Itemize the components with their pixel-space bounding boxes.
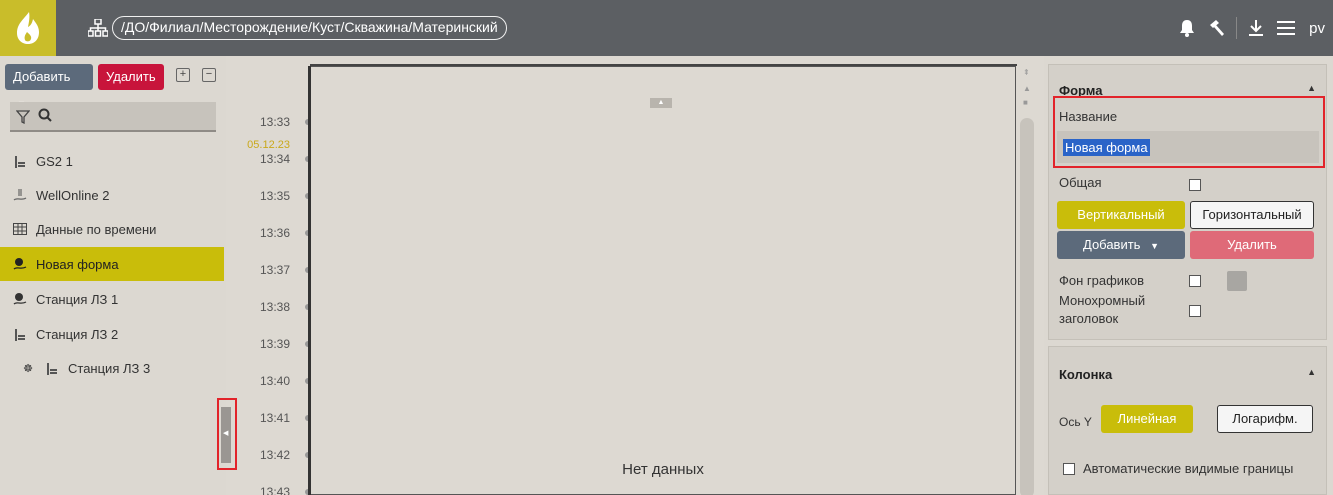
add-dropdown-button[interactable]: Добавить ▼ bbox=[1057, 231, 1185, 259]
station-icon bbox=[44, 361, 60, 375]
scroll-stop-icon[interactable]: ■ bbox=[1023, 98, 1028, 107]
time-label: 13:36 bbox=[259, 226, 290, 240]
delete-button[interactable]: Удалить bbox=[98, 64, 164, 90]
scroll-up-button[interactable]: ▲ bbox=[650, 98, 672, 108]
no-data-message: Нет данных bbox=[622, 461, 704, 478]
hammer-icon[interactable] bbox=[1202, 16, 1232, 40]
column-section: Колонка ▲ Ось Y Линейная Логарифм. Автом… bbox=[1048, 346, 1327, 495]
group-icon: ☸ bbox=[23, 362, 33, 375]
tree-item-station-lz1[interactable]: Станция ЛЗ 1 bbox=[0, 282, 224, 316]
tree-item-new-form[interactable]: Новая форма bbox=[0, 247, 224, 281]
tree-item-gs2[interactable]: GS2 1 bbox=[0, 144, 224, 178]
horizontal-button[interactable]: Горизонтальный bbox=[1190, 201, 1314, 229]
chart-bg-checkbox[interactable] bbox=[1189, 275, 1201, 287]
scroll-top-icon[interactable]: ⇞ bbox=[1023, 68, 1030, 77]
chevron-up-icon[interactable]: ▲ bbox=[1307, 367, 1316, 377]
tree-item-label: WellOnline 2 bbox=[36, 187, 110, 203]
time-label: 13:40 bbox=[259, 374, 290, 388]
tree-item-label: GS2 1 bbox=[36, 153, 73, 169]
tree-item-label: Данные по времени bbox=[36, 221, 157, 237]
table-icon bbox=[12, 223, 28, 235]
tree-item-station-lz2[interactable]: Станция ЛЗ 2 bbox=[0, 317, 224, 351]
tree-item-station-lz3[interactable]: ☸ Станция ЛЗ 3 bbox=[0, 351, 224, 385]
chart-area[interactable]: ▲ Нет данных bbox=[311, 66, 1016, 495]
station-icon bbox=[12, 327, 28, 341]
time-label: 13:39 bbox=[259, 337, 290, 351]
delete-button[interactable]: Удалить bbox=[1190, 231, 1314, 259]
linear-button[interactable]: Линейная bbox=[1101, 405, 1193, 433]
tree-item-label: Станция ЛЗ 2 bbox=[36, 326, 119, 342]
station-icon bbox=[12, 154, 28, 168]
chevron-up-icon[interactable]: ▲ bbox=[1307, 83, 1316, 93]
color-swatch[interactable] bbox=[1227, 271, 1247, 291]
hierarchy-icon[interactable] bbox=[88, 19, 108, 37]
filter-icon[interactable] bbox=[16, 110, 30, 124]
expand-all-icon[interactable]: + bbox=[176, 68, 190, 82]
scroll-up-icon[interactable]: ▲ bbox=[1023, 84, 1031, 93]
add-button-label: Добавить bbox=[1083, 237, 1141, 252]
vertical-button[interactable]: Вертикальный bbox=[1057, 201, 1185, 229]
caret-down-icon: ▼ bbox=[1150, 241, 1159, 251]
tree-item-label: Станция ЛЗ 3 bbox=[68, 360, 151, 376]
tree-item-wellonline[interactable]: WellOnline 2 bbox=[0, 178, 224, 212]
fire-logo-icon[interactable] bbox=[0, 0, 56, 56]
time-label: 13:37 bbox=[259, 263, 290, 277]
time-label: 13:41 bbox=[259, 411, 290, 425]
chart-bg-label: Фон графиков bbox=[1059, 273, 1145, 288]
date-label: 05.12.23 bbox=[247, 139, 290, 151]
left-panel: Добавить ▼ Удалить + − GS2 1 WellOnline … bbox=[0, 56, 226, 495]
form-icon bbox=[12, 292, 28, 306]
search-icon[interactable] bbox=[38, 108, 52, 122]
mono-header-checkbox[interactable] bbox=[1189, 305, 1201, 317]
collapse-all-icon[interactable]: − bbox=[202, 68, 216, 82]
mono-header-line2: заголовок bbox=[1059, 311, 1119, 326]
user-name[interactable]: pv bbox=[1309, 20, 1325, 37]
bell-icon[interactable] bbox=[1172, 16, 1202, 40]
tree-item-label: Новая форма bbox=[36, 256, 119, 272]
highlight-box bbox=[1053, 96, 1325, 168]
tree-item-time-data[interactable]: Данные по времени bbox=[0, 212, 224, 246]
time-label: 13:33 bbox=[259, 115, 290, 129]
top-bar: /ДО/Филиал/Месторождение/Куст/Скважина/М… bbox=[0, 0, 1333, 56]
common-checkbox[interactable] bbox=[1189, 179, 1201, 191]
time-axis: 13:33 05.12.23 13:34 13:35 13:36 13:37 1… bbox=[232, 56, 311, 495]
mono-header-line1: Монохромный bbox=[1059, 293, 1146, 308]
log-button[interactable]: Логарифм. bbox=[1217, 405, 1313, 433]
common-label: Общая bbox=[1059, 175, 1102, 190]
time-label: 13:42 bbox=[259, 448, 290, 462]
well-icon bbox=[12, 188, 28, 202]
time-label: 13:34 bbox=[259, 152, 290, 166]
auto-bounds-label: Автоматические видимые границы bbox=[1083, 461, 1294, 476]
time-label: 13:43 bbox=[259, 485, 290, 495]
scrollbar-track[interactable] bbox=[1020, 118, 1034, 495]
add-button-label: Добавить bbox=[13, 69, 71, 84]
search-bar[interactable] bbox=[10, 102, 216, 132]
scroll-controls: ⇞ ▲ ■ bbox=[1018, 66, 1036, 495]
mono-header-label: Монохромный заголовок bbox=[1059, 292, 1145, 328]
download-icon[interactable] bbox=[1241, 16, 1271, 40]
time-label: 13:35 bbox=[259, 189, 290, 203]
column-section-title: Колонка bbox=[1059, 367, 1113, 382]
tree-item-label: Станция ЛЗ 1 bbox=[36, 291, 119, 307]
auto-bounds-checkbox[interactable] bbox=[1063, 463, 1075, 475]
add-dropdown-button[interactable]: Добавить ▼ bbox=[5, 64, 93, 109]
breadcrumb-path[interactable]: /ДО/Филиал/Месторождение/Куст/Скважина/М… bbox=[112, 16, 507, 40]
form-icon bbox=[12, 257, 28, 271]
menu-icon[interactable] bbox=[1271, 16, 1301, 40]
time-label: 13:38 bbox=[259, 300, 290, 314]
axis-y-label: Ось Y bbox=[1059, 415, 1092, 429]
